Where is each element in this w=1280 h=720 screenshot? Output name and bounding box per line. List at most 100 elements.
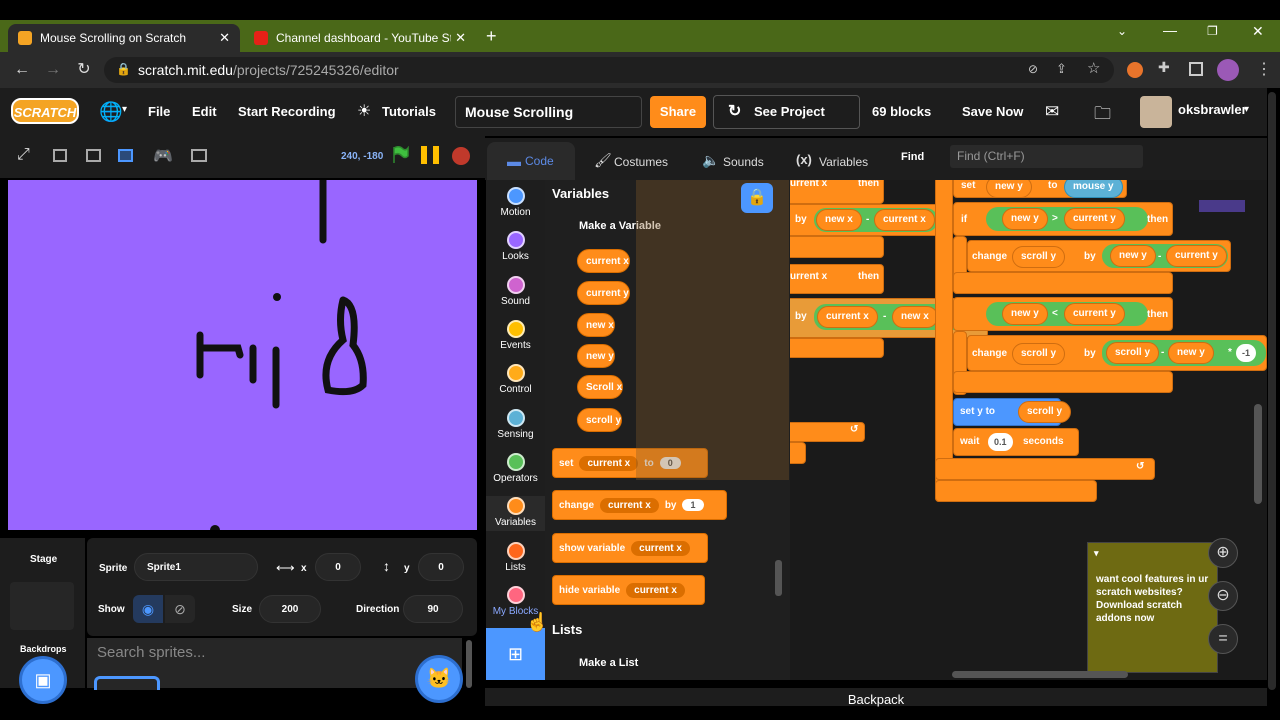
layout-icon[interactable] (86, 149, 101, 162)
palette-scrollbar[interactable] (775, 560, 782, 596)
variable-reporter[interactable]: current x (577, 249, 630, 273)
find-input[interactable]: Find (Ctrl+F) (950, 145, 1143, 168)
category-operators[interactable]: Operators (486, 453, 545, 484)
category-sound[interactable]: Sound (486, 276, 545, 307)
extension-icon[interactable] (1127, 62, 1143, 78)
change-variable-block[interactable]: change current x by 1 (552, 490, 727, 520)
tutorials-menu[interactable]: Tutorials (382, 88, 436, 136)
stage-selector-panel[interactable]: Stage Backdrops ▣ (0, 538, 85, 704)
variable-dropdown[interactable]: current x (626, 582, 685, 598)
backpack-bar[interactable]: Backpack (485, 688, 1267, 707)
edit-menu[interactable]: Edit (192, 88, 217, 136)
variable-dropdown[interactable]: current x (579, 455, 639, 471)
category-events[interactable]: Events (486, 320, 545, 351)
screenshot-icon[interactable] (191, 149, 207, 162)
category-lists[interactable]: Lists (486, 542, 545, 573)
tab-sounds[interactable]: Sounds (723, 144, 764, 180)
size-field[interactable]: 200 (259, 595, 321, 623)
close-icon[interactable]: ✕ (219, 30, 230, 46)
share-button[interactable]: Share (650, 96, 706, 128)
profile-icon[interactable] (1217, 59, 1239, 81)
new-tab-icon[interactable]: + (486, 26, 497, 47)
variable-dropdown[interactable]: new y (986, 180, 1032, 198)
reload-icon[interactable]: ↻ (74, 60, 94, 80)
pause-icon[interactable] (421, 146, 441, 164)
workspace-horizontal-scrollbar[interactable] (952, 671, 1128, 678)
sprite-name-field[interactable]: Sprite1 (134, 553, 258, 581)
sidepanel-icon[interactable] (1189, 62, 1203, 76)
variable-dropdown[interactable]: scroll y (1012, 343, 1066, 365)
globe-icon[interactable]: 🌐 (99, 100, 123, 124)
tab-code[interactable]: ▬ Code (487, 142, 575, 182)
variable-reporter[interactable]: new y (577, 344, 615, 368)
direction-field[interactable]: 90 (403, 595, 463, 623)
minimize-icon[interactable]: — (1163, 22, 1177, 38)
choose-backdrop-icon[interactable]: ▣ (19, 656, 67, 704)
file-menu[interactable]: File (148, 88, 170, 136)
puzzle-icon[interactable]: ✚ (1158, 59, 1170, 76)
start-recording-menu[interactable]: Start Recording (238, 88, 336, 136)
green-flag-icon[interactable] (391, 146, 409, 164)
variable-reporter[interactable]: new x (577, 313, 615, 337)
username[interactable]: oksbrawler (1178, 86, 1247, 134)
browser-tab-youtube[interactable]: Channel dashboard - YouTube St ✕ (244, 24, 476, 52)
variable-dropdown[interactable]: current x (600, 497, 659, 513)
value-input[interactable]: -1 (1236, 344, 1257, 362)
page-scrollbar[interactable] (1268, 92, 1276, 690)
show-variable-block[interactable]: show variable current x (552, 533, 708, 563)
y-field[interactable]: 0 (418, 553, 464, 581)
avatar[interactable] (1140, 96, 1172, 128)
normal-stage-icon[interactable] (118, 149, 133, 162)
blocked-icon[interactable]: ⊘ (1028, 62, 1038, 76)
variable-reporter[interactable]: Scroll x (577, 375, 624, 399)
value-input[interactable]: 0.1 (988, 433, 1013, 451)
share-page-icon[interactable]: ⇪ (1056, 61, 1067, 77)
stage-thumbnail[interactable] (10, 582, 74, 630)
category-variables[interactable]: Variables (486, 496, 545, 531)
chevron-down-icon[interactable]: ▾ (1244, 104, 1249, 115)
close-icon[interactable]: ✕ (455, 30, 466, 46)
category-motion[interactable]: Motion (486, 187, 545, 218)
gamepad-icon[interactable]: 🎮 (153, 146, 173, 166)
category-control[interactable]: Control (486, 364, 545, 395)
mouse-y-reporter[interactable]: mouse y (1064, 180, 1123, 198)
scratch-logo[interactable]: SCRATCH (11, 98, 79, 124)
more-icon[interactable]: ⋮ (1256, 59, 1272, 79)
project-title-input[interactable]: Mouse Scrolling (455, 96, 642, 128)
small-stage-icon[interactable] (53, 149, 67, 162)
window-close-icon[interactable]: ✕ (1252, 23, 1264, 40)
fullscreen-icon[interactable]: ⤢ (17, 146, 30, 164)
tab-costumes[interactable]: Costumes (614, 144, 668, 180)
chevron-down-icon[interactable]: ⌄ (1117, 24, 1127, 38)
sprite-list-scrollbar[interactable] (466, 640, 472, 688)
category-sensing[interactable]: Sensing (486, 409, 545, 440)
forward-icon[interactable]: → (43, 60, 63, 80)
hide-variable-block[interactable]: hide variable current x (552, 575, 705, 605)
choose-sprite-icon[interactable]: 🐱 (415, 655, 463, 703)
comment-note[interactable]: ▾ want cool features in ur scratch websi… (1087, 542, 1218, 673)
stage-canvas[interactable] (8, 180, 477, 530)
restore-icon[interactable]: ❐ (1207, 24, 1218, 38)
messages-icon[interactable]: ✉ (1045, 102, 1059, 122)
lock-icon[interactable]: 🔒 (741, 183, 773, 213)
my-stuff-folder-icon[interactable]: 🗀 (1094, 101, 1111, 130)
zoom-reset-icon[interactable]: = (1208, 624, 1238, 654)
add-extension-icon[interactable]: ⊞ (486, 628, 545, 680)
category-looks[interactable]: Looks (486, 231, 545, 262)
stop-icon[interactable] (452, 147, 470, 165)
x-field[interactable]: 0 (315, 553, 361, 581)
sprite-thumbnail[interactable] (94, 676, 160, 690)
chevron-down-icon[interactable]: ▾ (1094, 547, 1099, 560)
variable-dropdown[interactable]: scroll y (1012, 246, 1066, 268)
browser-tab-scratch[interactable]: Mouse Scrolling on Scratch ✕ (8, 24, 240, 52)
url-field[interactable]: 🔒 scratch.mit.edu/projects/725245326/edi… (104, 57, 1114, 83)
variable-reporter[interactable]: current y (577, 281, 630, 305)
bookmark-star-icon[interactable]: ☆ (1087, 59, 1100, 77)
zoom-in-icon[interactable]: ⊕ (1208, 538, 1238, 568)
save-now-button[interactable]: Save Now (962, 88, 1023, 136)
back-icon[interactable]: ← (12, 60, 32, 80)
workspace-vertical-scrollbar[interactable] (1254, 404, 1262, 504)
eye-hidden-icon[interactable]: ⊘ (165, 595, 195, 623)
variable-reporter[interactable]: scroll y (577, 408, 623, 432)
value-input[interactable]: 1 (682, 499, 704, 511)
